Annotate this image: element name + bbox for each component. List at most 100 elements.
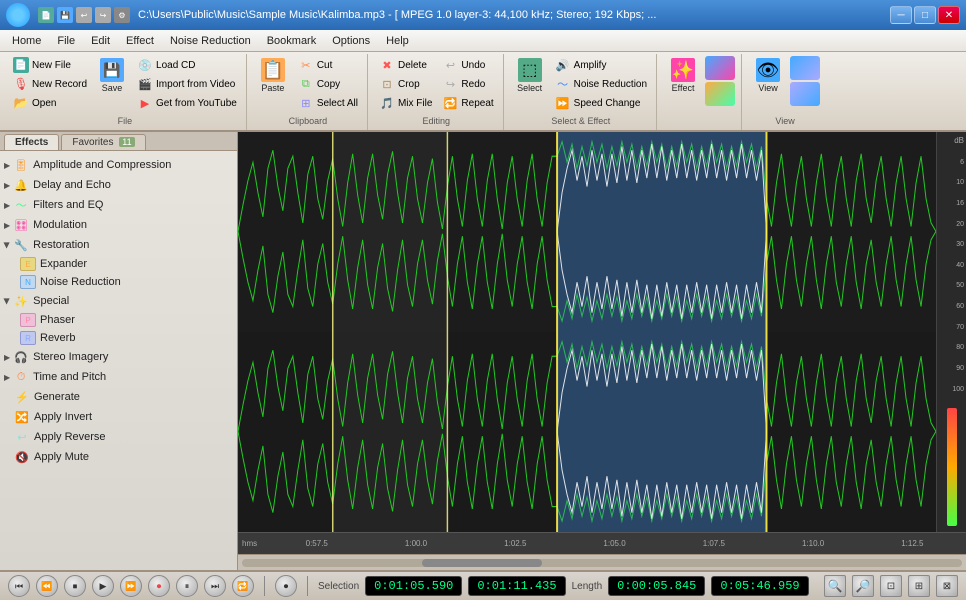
db-6: 6 [939,159,964,166]
tab-favorites[interactable]: Favorites 11 [61,134,145,150]
load-cd-button[interactable]: 💿 Load CD [134,56,240,74]
view-extra-1[interactable] [790,56,820,80]
copy-button[interactable]: ⧉ Copy [295,75,361,93]
transport-forward[interactable]: ⏩ [120,575,142,597]
redo-button[interactable]: ↪ Redo [439,75,496,93]
crop-button[interactable]: ⊡ Crop [376,75,435,93]
close-button[interactable]: ✕ [938,6,960,24]
select-all-button[interactable]: ⊞ Select All [295,94,361,112]
menu-help[interactable]: Help [378,33,417,49]
icon-delay: 🔔 [13,177,29,193]
waveform-canvas[interactable]: dB 6 10 16 20 30 40 50 60 70 80 90 100 [238,132,966,532]
effect-extra-1[interactable] [705,56,735,80]
undo-button[interactable]: ↩ Undo [439,56,496,74]
transport-record[interactable]: ⏺ [148,575,170,597]
zoom-extra-2[interactable]: ⊠ [936,575,958,597]
effect-restoration[interactable]: ▶ 🔧 Restoration [0,235,237,255]
zoom-extra-1[interactable]: ⊞ [908,575,930,597]
undo-quick-icon[interactable]: ↩ [76,7,92,23]
effect-generate[interactable]: ⚡ Generate [0,387,237,407]
effect-delay[interactable]: ▶ 🔔 Delay and Echo [0,175,237,195]
noise-reduction-ribbon-button[interactable]: 〜 Noise Reduction [552,75,650,93]
arrow-stereo: ▶ [4,353,10,362]
effect-special[interactable]: ▶ ✨ Special [0,291,237,311]
icon-special: ✨ [13,293,29,309]
file-group-label: File [10,116,240,128]
menu-file[interactable]: File [49,33,83,49]
minimize-button[interactable]: ─ [890,6,912,24]
scroll-track [242,559,962,567]
delete-button[interactable]: ✖ Delete [376,56,435,74]
select-button[interactable]: ⬚ Select [512,56,548,95]
scroll-thumb[interactable] [422,559,542,567]
transport-pause[interactable]: ⏸ [176,575,198,597]
amplify-button[interactable]: 🔊 Amplify [552,56,650,74]
menu-home[interactable]: Home [4,33,49,49]
view-button[interactable]: 👁 View [750,56,786,95]
repeat-button[interactable]: 🔁 Repeat [439,94,496,112]
new-record-icon: 🎙 [13,76,29,92]
zoom-out-button[interactable]: 🔎 [852,575,874,597]
ribbon-select-small: 🔊 Amplify 〜 Noise Reduction ⏩ Speed Chan… [552,56,650,112]
effect-reverb[interactable]: R Reverb [0,329,237,347]
new-icon[interactable]: 📄 [38,7,54,23]
effect-phaser[interactable]: P Phaser [0,311,237,329]
effect-modulation[interactable]: ▶ 🎛 Modulation [0,215,237,235]
redo-quick-icon[interactable]: ↪ [95,7,111,23]
menu-edit[interactable]: Edit [83,33,118,49]
save-quick-icon[interactable]: 💾 [57,7,73,23]
effect-extra-2[interactable] [705,82,735,106]
effect-timeandpitch[interactable]: ▶ ⏱ Time and Pitch [0,367,237,387]
noise-reduction-ribbon-icon: 〜 [555,76,571,92]
effect-stereo[interactable]: ▶ 🎧 Stereo Imagery [0,347,237,367]
speed-change-button[interactable]: ⏩ Speed Change [552,94,650,112]
zoom-fit-button[interactable]: ⊡ [880,575,902,597]
transport-loop[interactable]: 🔁 [232,575,254,597]
tab-effects[interactable]: Effects [4,134,59,150]
transport-stop[interactable]: ⏹ [64,575,86,597]
new-record-button[interactable]: 🎙 New Record [10,75,90,93]
icon-applymute: 🔇 [14,449,30,465]
ribbon: 📄 New File 🎙 New Record 📂 Open 💾 Save [0,52,966,132]
new-file-button[interactable]: 📄 New File [10,56,90,74]
effect-expander[interactable]: E Expander [0,255,237,273]
transport-skip-back[interactable]: ⏮ [8,575,30,597]
db-scale: dB 6 10 16 20 30 40 50 60 70 80 90 100 [936,132,966,532]
mix-file-button[interactable]: 🎵 Mix File [376,94,435,112]
menu-effect[interactable]: Effect [118,33,162,49]
effect-button[interactable]: ✨ Effect [665,56,701,95]
paste-button[interactable]: 📋 Paste [255,56,291,95]
transport-play[interactable]: ▶ [92,575,114,597]
transport-rewind[interactable]: ⏪ [36,575,58,597]
import-video-button[interactable]: 🎬 Import from Video [134,75,240,93]
effect-applymute[interactable]: 🔇 Apply Mute [0,447,237,467]
menubar: Home File Edit Effect Noise Reduction Bo… [0,30,966,52]
ribbon-effect-group: ✨ Effect [659,54,742,130]
mix-file-icon: 🎵 [379,95,395,111]
horizontal-scrollbar[interactable] [238,554,966,570]
save-button[interactable]: 💾 Save [94,56,130,95]
ribbon-select-group: ⬚ Select 🔊 Amplify 〜 Noise Reduction ⏩ S… [506,54,657,130]
effect-amplitude[interactable]: ▶ 🎚 Amplitude and Compression [0,155,237,175]
menu-noise-reduction[interactable]: Noise Reduction [162,33,259,49]
effect-filters[interactable]: ▶ 〜 Filters and EQ [0,195,237,215]
ribbon-editing-inner: ✖ Delete ⊡ Crop 🎵 Mix File ↩ Undo [376,56,497,114]
copy-icon: ⧉ [298,76,314,92]
settings-quick-icon[interactable]: ⚙ [114,7,130,23]
cut-button[interactable]: ✂ Cut [295,56,361,74]
timeline: hms 0:57.5 1:00.0 1:02.5 1:05.0 1:07.5 1… [238,532,966,554]
transport-skip-forward[interactable]: ⏭ [204,575,226,597]
transport-extra[interactable]: ⏺ [275,575,297,597]
get-youtube-button[interactable]: ▶ Get from YouTube [134,94,240,112]
effect-applyreverse[interactable]: ↩ Apply Reverse [0,427,237,447]
zoom-in-button[interactable]: 🔍 [824,575,846,597]
effect-applyinvert[interactable]: 🔀 Apply Invert [0,407,237,427]
menu-options[interactable]: Options [324,33,378,49]
maximize-button[interactable]: □ [914,6,936,24]
open-button[interactable]: 📂 Open [10,94,90,112]
icon-phaser: P [20,313,36,327]
menu-bookmark[interactable]: Bookmark [259,33,325,49]
effect-group-label [665,126,735,128]
view-extra-2[interactable] [790,82,820,106]
effect-noisered[interactable]: N Noise Reduction [0,273,237,291]
